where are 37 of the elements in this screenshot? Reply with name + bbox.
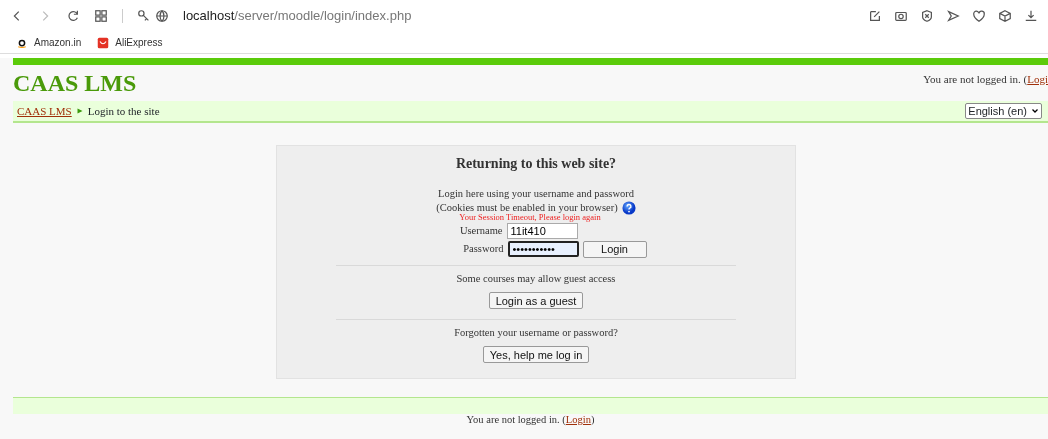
help-login-button[interactable]: Yes, help me log in [482, 346, 590, 364]
reload-icon[interactable] [66, 9, 80, 23]
shield-icon[interactable] [920, 9, 934, 23]
input-field[interactable]: 11it410 [506, 222, 578, 239]
bookmark[interactable]: Amazon.in [16, 35, 82, 50]
grid-icon[interactable] [94, 9, 108, 23]
field-label: Username [458, 223, 503, 238]
login-instructions: Login here using your username and password [438, 187, 634, 199]
edit-icon[interactable] [868, 9, 882, 23]
bookmark[interactable]: AliExpress [97, 35, 163, 50]
footer-login-status: You are not logged in. (Login) [466, 413, 595, 425]
footer-login-link[interactable]: Login [565, 413, 591, 425]
input-field[interactable]: ••••••••••• [507, 241, 579, 258]
header-login-link[interactable]: Logi [1027, 73, 1048, 85]
site-title: CAAS LMS [13, 69, 137, 98]
globe-icon [155, 9, 169, 23]
login-status-text: You are not logged in. (Logi [923, 72, 1048, 87]
breadcrumb-link[interactable]: CAAS LMS [17, 102, 72, 120]
forgot-password-text: Forgotten your username or password? [454, 326, 618, 338]
address-bar[interactable]: localhost/server/moodle/login/index.php [183, 6, 412, 26]
language-select[interactable]: English (en) [965, 103, 1042, 119]
login-button[interactable]: Login [582, 240, 647, 258]
guest-login-button[interactable]: Login as a guest [488, 292, 584, 310]
guest-access-text: Some courses may allow guest access [456, 272, 616, 284]
breadcrumb-arrow-icon [75, 107, 84, 115]
caret-icon [1031, 107, 1039, 115]
download-icon[interactable] [1024, 9, 1038, 23]
cube-icon[interactable] [998, 9, 1012, 23]
breadcrumb-text: Login to the site [87, 103, 160, 119]
panel-title: Returning to this web site? [454, 156, 618, 173]
shopping-bag-logo [97, 36, 110, 49]
field-label: Password [462, 242, 504, 257]
key-icon[interactable] [137, 9, 151, 23]
heart-icon[interactable] [972, 9, 986, 23]
send-icon[interactable] [946, 9, 960, 23]
camera-icon[interactable] [894, 9, 908, 23]
help-icon[interactable] [621, 200, 636, 215]
